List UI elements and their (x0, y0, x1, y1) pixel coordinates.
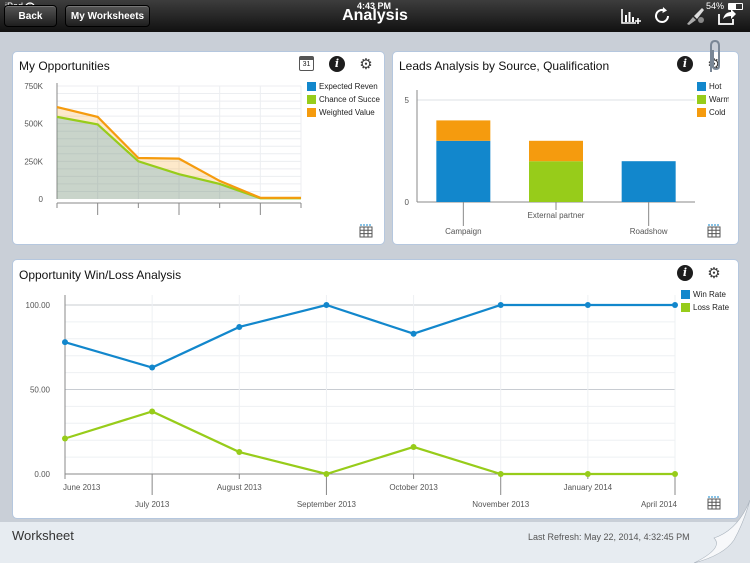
brush-icon[interactable] (684, 6, 706, 26)
x-tick-label: July 2013 (135, 500, 170, 509)
bar-hot (436, 140, 491, 202)
x-tick-label: June 2013 (63, 483, 101, 492)
point-win-rate (584, 302, 591, 308)
info-icon[interactable]: i (677, 56, 693, 72)
settings-gear-icon[interactable]: ⚙ (706, 266, 722, 282)
point-win-rate (497, 302, 504, 308)
my-opportunities-title: My Opportunities (19, 59, 110, 73)
leads-analysis-title: Leads Analysis by Source, Qualification (399, 59, 610, 73)
x-tick-label: April 2014 (641, 500, 678, 509)
point-win-rate (323, 302, 330, 308)
point-win-rate (236, 323, 243, 330)
x-tick-label: September 2013 (297, 500, 357, 509)
data-table-icon[interactable] (358, 224, 374, 238)
page-title: Analysis (342, 7, 408, 24)
point-win-rate (410, 330, 417, 337)
back-button[interactable]: Back (4, 5, 57, 27)
legend-item-loss-rate[interactable]: Loss Rate (681, 301, 731, 314)
leads-legend: Hot Warm Cold (697, 80, 729, 119)
y-tick-label: 750K (24, 82, 43, 91)
y-tick-label: 0 (405, 198, 410, 207)
bar-cold (529, 140, 583, 162)
point-loss-rate (410, 443, 417, 450)
y-tick-label: 100.00 (26, 301, 51, 310)
legend-item-chance-of-success[interactable]: Chance of Succe (307, 93, 382, 106)
settings-gear-icon[interactable]: ⚙ (358, 57, 374, 73)
add-chart-icon[interactable] (620, 6, 642, 26)
win-loss-title: Opportunity Win/Loss Analysis (19, 268, 182, 282)
bar-hot (621, 161, 676, 202)
win-loss-legend: Win Rate Loss Rate (681, 288, 731, 314)
y-tick-label: 500K (24, 120, 43, 129)
line-loss-rate (64, 410, 675, 476)
y-tick-label: 5 (405, 96, 410, 105)
legend-item-win-rate[interactable]: Win Rate (681, 288, 731, 301)
x-tick-label: External partner (528, 211, 585, 220)
x-tick-label: October 2013 (389, 483, 438, 492)
refresh-icon[interactable] (652, 6, 674, 26)
opportunities-legend: Expected Reven Chance of Succe Weighted … (307, 80, 382, 119)
legend-item-expected-revenue[interactable]: Expected Reven (307, 80, 382, 93)
x-tick-label: August 2013 (217, 483, 262, 492)
y-tick-label: 0.00 (34, 470, 50, 479)
share-icon[interactable] (716, 6, 738, 26)
legend-item-weighted-value[interactable]: Weighted Value (307, 106, 382, 119)
point-loss-rate (497, 471, 504, 477)
last-refresh-text: Last Refresh: May 22, 2014, 4:32:45 PM (528, 532, 690, 542)
line-win-rate (64, 303, 675, 369)
win-loss-chart: 100.00 50.00 0.00 June 2013 July 2013 August … (26, 295, 678, 509)
calendar-icon[interactable]: 31 (299, 56, 314, 71)
point-win-rate (149, 364, 156, 371)
page-curl-icon[interactable] (694, 500, 750, 563)
legend-item-cold[interactable]: Cold (697, 106, 729, 119)
bar-warm (529, 161, 583, 202)
point-win-rate (62, 339, 68, 346)
point-loss-rate (584, 471, 591, 477)
x-tick-label: November 2013 (472, 500, 529, 509)
point-loss-rate (323, 471, 330, 477)
opportunities-chart: 750K 500K 250K 0 (24, 82, 302, 215)
legend-item-warm[interactable]: Warm (697, 93, 729, 106)
legend-item-hot[interactable]: Hot (697, 80, 729, 93)
info-icon[interactable]: i (677, 265, 693, 281)
x-tick-label: Roadshow (630, 227, 668, 236)
point-loss-rate (672, 471, 678, 477)
y-tick-label: 50.00 (30, 386, 51, 395)
point-loss-rate (149, 408, 156, 415)
x-tick-label: Campaign (445, 227, 481, 236)
info-icon[interactable]: i (329, 56, 345, 72)
point-loss-rate (62, 435, 68, 442)
point-win-rate (672, 302, 678, 308)
worksheet-label: Worksheet (12, 528, 74, 543)
bar-cold (436, 120, 491, 141)
point-loss-rate (236, 449, 243, 456)
worksheet-footer (0, 522, 750, 563)
leads-chart: 5 0 Campaign External partner Roadshow (405, 90, 695, 236)
x-tick-label: January 2014 (564, 483, 613, 492)
y-tick-label: 250K (24, 157, 43, 166)
my-worksheets-button[interactable]: My Worksheets (65, 5, 150, 27)
paperclip-icon (710, 39, 720, 72)
y-tick-label: 0 (39, 195, 44, 204)
data-table-icon[interactable] (706, 224, 722, 238)
